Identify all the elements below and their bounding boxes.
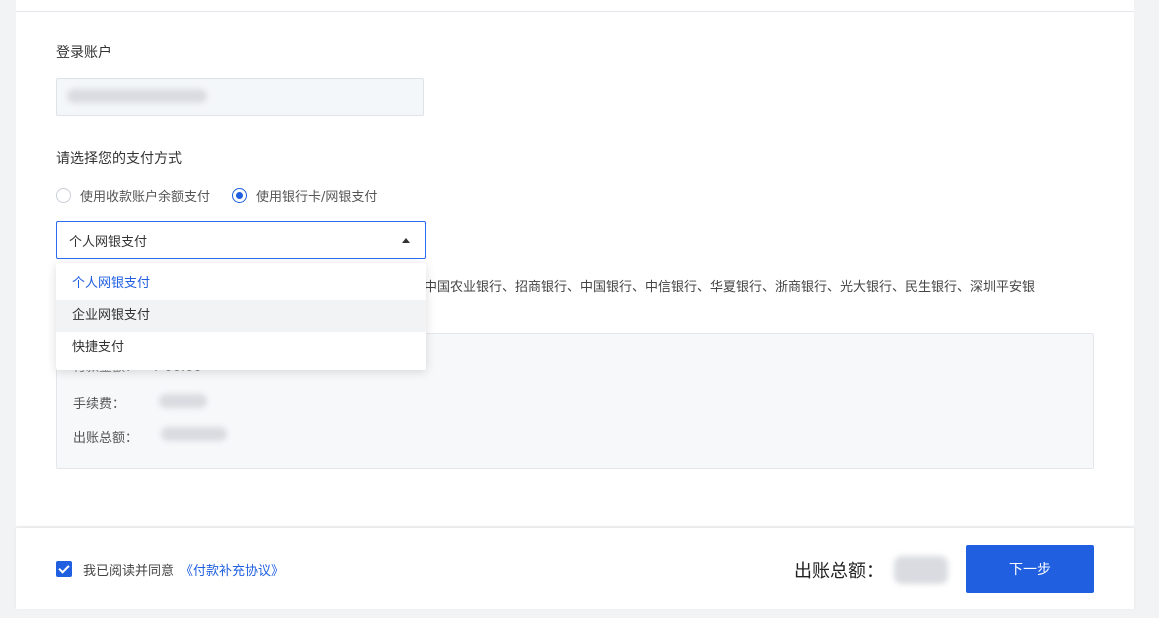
radio-bank-label: 使用银行卡/网银支付 (256, 189, 378, 205)
select-value: 个人网银支付 (69, 234, 148, 250)
fee-label: 手续费： (73, 397, 126, 412)
dropdown-item-personal[interactable]: 个人网银支付 (56, 268, 426, 300)
account-label: 登录账户 (56, 45, 112, 61)
dropdown-item-quick[interactable]: 快捷支付 (56, 332, 426, 364)
footer-bar: 我已阅读并同意 《付款补充协议》 出账总额： 下一步 (16, 528, 1134, 609)
divider (16, 11, 1134, 12)
radio-checked-icon (232, 187, 248, 203)
radio-bank-payment[interactable]: 使用银行卡/网银支付 (232, 186, 377, 205)
next-step-button[interactable]: 下一步 (966, 545, 1094, 593)
payment-type-dropdown: 个人网银支付 企业网银支付 快捷支付 (56, 263, 426, 370)
masked-account-value (67, 89, 207, 103)
dropdown-item-enterprise[interactable]: 企业网银支付 (56, 300, 426, 332)
masked-total-value (161, 427, 227, 441)
agreement-link[interactable]: 《付款补充协议》 (180, 564, 284, 579)
radio-balance-label: 使用收款账户余额支付 (80, 189, 211, 205)
footer-total-label: 出账总额： (794, 561, 884, 582)
payment-method-label: 请选择您的支付方式 (56, 151, 182, 167)
account-field (56, 78, 424, 116)
payment-type-select[interactable]: 个人网银支付 (56, 221, 426, 259)
agree-checkbox[interactable] (56, 561, 72, 577)
payment-method-radios: 使用收款账户余额支付 使用银行卡/网银支付 (56, 185, 399, 205)
masked-footer-total (894, 556, 948, 584)
radio-balance-payment[interactable]: 使用收款账户余额支付 (56, 186, 210, 205)
radio-circle-icon (56, 187, 71, 203)
caret-up-icon (402, 238, 410, 243)
supported-banks-text: 中国农业银行、招商银行、中国银行、中信银行、华夏银行、浙商银行、光大银行、民生银… (424, 280, 1036, 295)
agree-text: 我已阅读并同意 《付款补充协议》 (83, 564, 285, 579)
total-label: 出账总额： (73, 431, 139, 446)
masked-fee-value (159, 394, 207, 408)
